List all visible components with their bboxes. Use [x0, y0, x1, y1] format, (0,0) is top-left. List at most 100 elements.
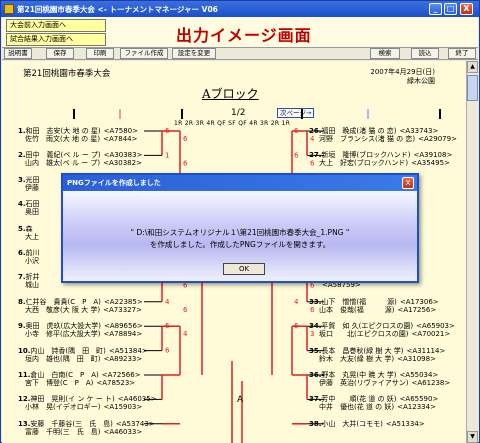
player-code: <A15903> [103, 403, 143, 412]
player-name: 佐竹 雨文(大 地 の 星) [25, 135, 101, 143]
player-code: <A17256> [397, 305, 437, 314]
player-code: <A73327> [103, 305, 142, 314]
player-name: 倉山 白南(C P A) [30, 371, 99, 379]
player-code: <A78523> [96, 379, 136, 387]
game-score: 6 [165, 127, 170, 135]
scroll-up-arrow-icon[interactable]: ▲ [467, 61, 478, 73]
player-name: 和田 志安(大 地 の 星) [25, 127, 101, 135]
player-code: <A70021> [411, 330, 451, 339]
manual-button[interactable]: 説明書 [4, 48, 32, 59]
player-name: 長本 昌巻秋(緑 樹 大 学) [321, 346, 404, 355]
player-code: <A61238> [411, 379, 451, 387]
player-name: 福田 晩成(渚 猫 の 恋) [321, 127, 397, 135]
player-pair-row: 11.倉山 白南(C P A) <A72566> 宮下 博登(C P A) <A785… [18, 371, 141, 387]
player-name: 小山 大井(コモモ) [321, 419, 383, 428]
header-area: 大会前入力画面へ 試合結果入力画面へ 出力イメージ画面 [2, 17, 478, 48]
player-pair-row: 13.安藤 千藤谷(三 氏 島) <A53743> 富藤 千明(三 氏 島) <A46… [18, 420, 155, 436]
player-name: 大西 敬彦(大 阪 大 学) [25, 305, 101, 314]
player-name: 内山 詩香(隅 田 町) [30, 346, 106, 355]
player-name: 前川 [25, 249, 47, 257]
player-pair-row: 33.山下 憎憎(福 源) <A17306> 山本 俊哉(福 源) <A17256> [309, 298, 439, 314]
game-score: 4 [165, 298, 170, 306]
player-name: 奥田 [25, 208, 46, 217]
pair-number: 1. [18, 127, 26, 135]
player-code: <A72566> [101, 371, 141, 379]
player-name: 富藤 千明(三 氏 島) [25, 427, 101, 436]
player-name: 平賀 如 久(エピクロスの園) [321, 322, 414, 331]
maximize-button[interactable]: □ [444, 3, 457, 15]
pair-number: 4. [18, 200, 26, 209]
player-code: <A12334> [397, 403, 436, 412]
dialog-message: を作成しました。作成したPNGファイルを開きます。 [149, 240, 331, 249]
player-name: 森 [25, 224, 47, 233]
player-code: <A29079> [418, 135, 457, 143]
print-button[interactable]: 印刷 [86, 48, 114, 59]
player-pair-row: 2.田中 義紀(ベ ル ー プ) <A30383> 山内 雄太(ベ ル ー プ) <A… [18, 151, 142, 167]
player-name: 野本 丸晃(中 暁 大 学) [321, 371, 397, 379]
result-entry-screen-button[interactable]: 試合結果入力画面へ [6, 33, 106, 46]
dialog-close-button[interactable]: X [402, 177, 414, 189]
player-code: <A51384> [108, 346, 148, 355]
pair-number: 9. [18, 322, 26, 331]
player-name: 石田 [25, 200, 47, 209]
player-code: <A7580> [103, 127, 139, 135]
exit-button[interactable]: 終了 [448, 48, 476, 59]
player-pair-row: 8.仁井谷 貴貴(C P A) <A22385> 大西 敬彦(大 阪 大 学) <A7… [18, 298, 143, 314]
player-pair-row: 12.神田 晃則(イ ン ケ ー ト) <A46035> 小林 晃(イデオロギー) <… [18, 395, 157, 411]
png-created-dialog: PNGファイルを作成しました X " D:\和田システムオリジナル１\第21回桃… [61, 173, 419, 283]
player-code: <A31114> [406, 346, 446, 355]
toolbar: 説明書 保存 印刷 ファイル作成 設定を変更 検索 読込 終了 [2, 48, 478, 60]
dialog-title: PNGファイルを作成しました [63, 175, 417, 191]
player-pair-row: 36.野本 丸晃(中 暁 大 学) <A55034> 伊藤 英治(リヴァイアサン) <… [309, 371, 450, 387]
vertical-scrollbar[interactable]: ▲ ▼ [466, 61, 478, 443]
game-score: 6 [294, 127, 299, 135]
player-name: 大上 好宏(ブロックハンド) [319, 159, 409, 168]
player-code: <A51334> [385, 419, 425, 428]
player-pair-row: 6.前川 小沢 [18, 249, 50, 265]
game-score: 6 [183, 306, 188, 314]
load-button[interactable]: 読込 [411, 48, 439, 59]
game-score: 6 [294, 151, 299, 159]
title-bar: 第21回桃園市春季大会 <- トーナメントマネージャー V06 _ □ X [1, 1, 479, 17]
app-icon [4, 4, 14, 14]
change-settings-button[interactable]: 設定を変更 [172, 48, 216, 59]
player-code: <A30382> [103, 159, 142, 168]
player-code: <A89233> [103, 354, 143, 363]
player-code: <A33743> [399, 127, 439, 135]
center-label: A [237, 395, 244, 405]
player-name: 河野 ブランシス(渚 猫 の 恋) [319, 135, 416, 143]
player-name: 小林 晃(イデオロギー) [25, 403, 101, 412]
pair-number: 3. [18, 175, 26, 184]
pair-entry-screen-button[interactable]: 大会前入力画面へ [6, 19, 106, 32]
player-code: <A65903> [416, 322, 455, 331]
player-pair-row: 4.石田 奥田 [18, 200, 50, 216]
save-button[interactable]: 保存 [46, 48, 74, 59]
search-button[interactable]: 検索 [370, 48, 400, 59]
player-pair-row: 1.和田 志安(大 地 の 星) <A7580> 佐竹 雨文(大 地 の 星) <A7… [18, 127, 138, 143]
player-code: <A89656> [104, 322, 143, 331]
ok-button[interactable]: OK [223, 263, 265, 275]
pair-number: 11. [18, 371, 31, 379]
scroll-down-arrow-icon[interactable]: ▼ [467, 431, 478, 443]
player-pair-row: 7.折井 城山 [18, 273, 50, 289]
player-name: 宮下 博登(C P A) [25, 379, 94, 387]
scroll-thumb[interactable] [467, 75, 478, 101]
pair-number: 26. [309, 127, 322, 135]
create-file-button[interactable]: ファイル作成 [120, 48, 168, 59]
player-name: 中井 優也(花 道 の 妖) [319, 403, 395, 412]
page-title: 出力イメージ画面 [176, 26, 312, 45]
pair-number: 34. [309, 322, 322, 331]
player-name: 小沢 [25, 257, 46, 265]
minimize-button[interactable]: _ [429, 3, 442, 15]
player-name: 伊藤 [25, 183, 46, 192]
player-name: 伊藤 英治(リヴァイアサン) [319, 379, 409, 387]
window-title: 第21回桃園市春季大会 <- トーナメントマネージャー V06 [17, 4, 218, 14]
close-button[interactable]: X [460, 3, 473, 15]
main-window: 第21回桃園市春季大会 <- トーナメントマネージャー V06 _ □ X 大会… [0, 0, 480, 443]
pair-number: 38. [309, 419, 322, 428]
pair-number: 6. [18, 249, 26, 257]
player-pair-row: 38.小山 大井(コモモ) <A51334> [309, 420, 425, 436]
game-score: 4 [183, 330, 188, 338]
player-pair-row: 10.内山 詩香(隅 田 町) <A51384> 垣内 雄也(隅 田 町) <A892… [18, 347, 148, 363]
player-code: <A17306> [399, 297, 439, 306]
